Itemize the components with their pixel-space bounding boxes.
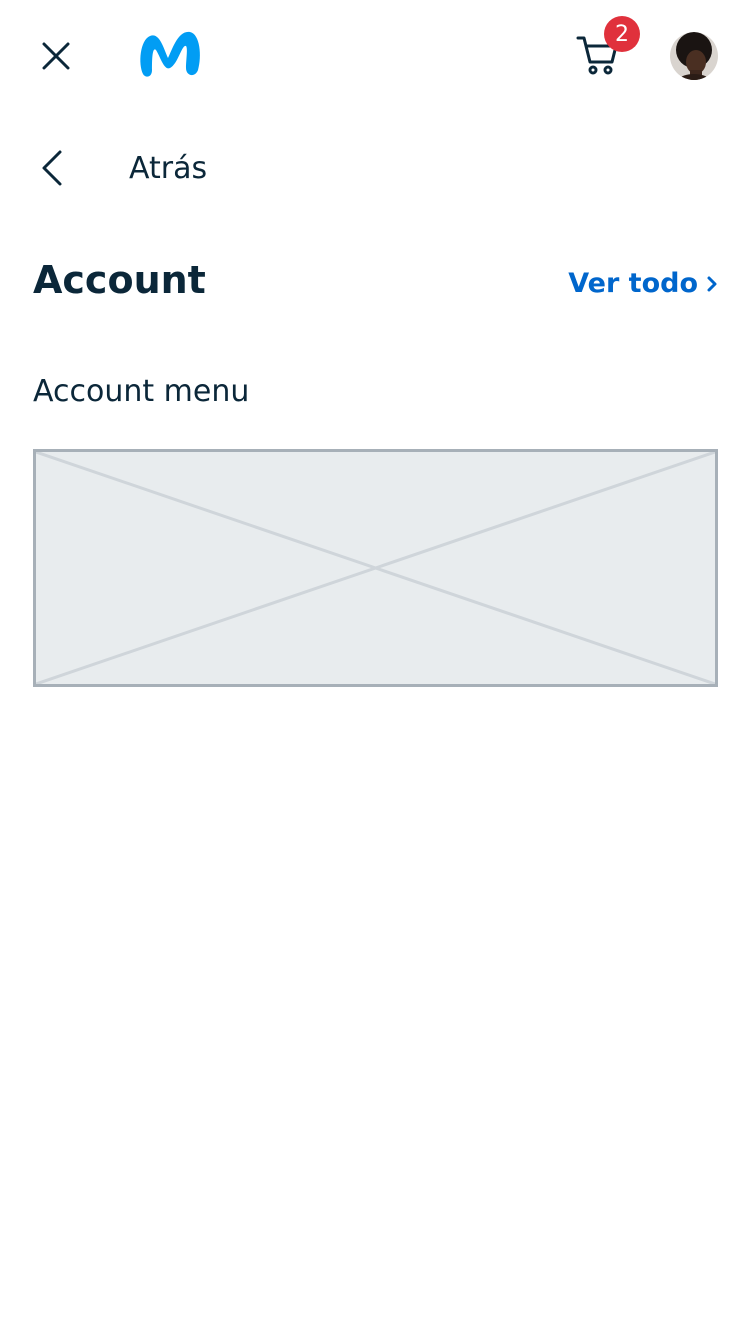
- see-all-label: Ver todo: [568, 268, 698, 299]
- avatar-image: [670, 32, 718, 80]
- movistar-m-logo-icon: [140, 31, 200, 77]
- placeholder-cross-icon: [36, 452, 715, 684]
- cart-count-badge: 2: [604, 16, 640, 52]
- screen: 2 Atrás Account Ver todo Account menu: [0, 0, 750, 1334]
- back-button[interactable]: [36, 148, 72, 188]
- see-all-link[interactable]: Ver todo: [568, 268, 718, 299]
- chevron-right-icon: [706, 274, 718, 294]
- top-bar: 2: [0, 0, 750, 112]
- image-placeholder: [33, 449, 718, 687]
- close-icon: [42, 42, 70, 70]
- section-header: Account Ver todo: [33, 254, 718, 314]
- user-avatar[interactable]: [670, 32, 718, 80]
- back-navigation: Atrás: [0, 140, 750, 200]
- back-label[interactable]: Atrás: [129, 151, 207, 186]
- chevron-left-icon: [42, 150, 62, 186]
- movistar-logo[interactable]: [134, 26, 204, 80]
- close-button[interactable]: [36, 36, 76, 76]
- account-menu-label: Account menu: [33, 374, 250, 409]
- section-title: Account: [33, 258, 206, 302]
